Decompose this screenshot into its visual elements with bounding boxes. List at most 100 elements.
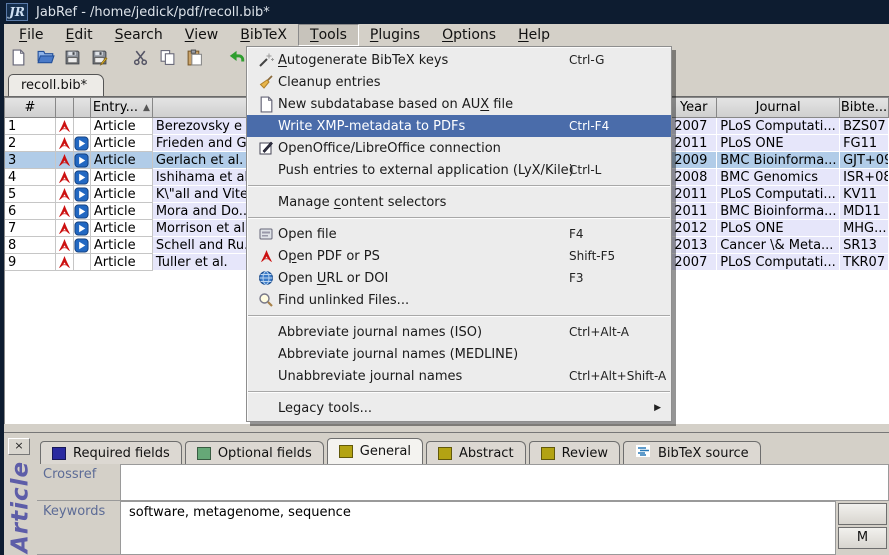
tab-required-fields[interactable]: Required fields bbox=[40, 441, 182, 464]
tab-label: Required fields bbox=[73, 446, 170, 461]
menu-help[interactable]: Help bbox=[507, 24, 561, 46]
menu-file[interactable]: File bbox=[8, 24, 54, 46]
tab-bibtex-source[interactable]: BibTeX source bbox=[623, 441, 761, 464]
menu-item-open-url-or-doi[interactable]: Open URL or DOIF3 bbox=[247, 267, 671, 289]
menu-item-label: OpenOffice/LibreOffice connection bbox=[278, 141, 501, 156]
tab-optional-fields[interactable]: Optional fields bbox=[185, 441, 324, 464]
menu-item-manage-content-selectors[interactable]: Manage content selectors bbox=[247, 191, 671, 213]
cell: PLoS Computati... bbox=[717, 254, 840, 271]
tab-color-swatch bbox=[438, 447, 452, 460]
column-header-journal[interactable]: Journal bbox=[717, 97, 840, 118]
menu-options[interactable]: Options bbox=[431, 24, 507, 46]
save-button[interactable] bbox=[59, 47, 86, 71]
menu-item-shortcut: Ctrl-G bbox=[569, 53, 604, 67]
column-header-bibte[interactable]: Bibte... bbox=[840, 97, 889, 118]
menu-item-abbreviate-journal-names-iso[interactable]: Abbreviate journal names (ISO) Ctrl+Alt-A bbox=[247, 321, 671, 343]
cut-button[interactable] bbox=[127, 47, 154, 71]
entry-editor: × Article Required fieldsOptional fields… bbox=[4, 432, 889, 555]
tab-review[interactable]: Review bbox=[529, 441, 620, 464]
paste-button[interactable] bbox=[181, 47, 208, 71]
menu-item-push-entries-to-external-application-lyx-kile[interactable]: Push entries to external application (Ly… bbox=[247, 159, 671, 181]
entry-editor-tabs: Required fields Optional fieldsGeneral Abs… bbox=[40, 438, 761, 464]
menu-separator bbox=[248, 315, 670, 317]
crossref-field-input[interactable] bbox=[121, 464, 889, 501]
menu-item-find-unlinked-files[interactable]: Find unlinked Files... bbox=[247, 289, 671, 311]
column-header-year[interactable]: Year bbox=[671, 97, 717, 118]
menu-item-label: Open URL or DOI bbox=[278, 271, 388, 286]
menu-item-cleanup-entries[interactable]: Cleanup entries bbox=[247, 71, 671, 93]
menu-search[interactable]: Search bbox=[104, 24, 174, 46]
menu-item-abbreviate-journal-names-medline[interactable]: Abbreviate journal names (MEDLINE) bbox=[247, 343, 671, 365]
field-action-button[interactable] bbox=[838, 503, 887, 525]
database-tab[interactable]: recoll.bib* bbox=[8, 74, 104, 96]
menu-item-shortcut: Ctrl+Alt-A bbox=[569, 325, 629, 339]
cell: Article bbox=[91, 152, 153, 169]
open-database-icon bbox=[37, 48, 55, 70]
tab-label: Review bbox=[562, 446, 608, 461]
menu-separator bbox=[248, 217, 670, 219]
cell: Article bbox=[91, 186, 153, 203]
menu-item-label: Abbreviate journal names (ISO) bbox=[278, 325, 482, 340]
url-file-icon bbox=[74, 186, 91, 203]
pdf-file-icon bbox=[56, 118, 74, 135]
menu-item-label: Open file bbox=[278, 227, 337, 242]
cell: 2013 bbox=[671, 237, 717, 254]
column-header-icon-2[interactable] bbox=[74, 97, 91, 118]
open-database-button[interactable] bbox=[32, 47, 59, 71]
jabref-window: JR JabRef - /home/jedick/pdf/recoll.bib*… bbox=[0, 0, 889, 555]
menu-bar: FileEditSearchViewBibTeXToolsPluginsOpti… bbox=[0, 24, 889, 46]
menu-item-open-file[interactable]: Open fileF4 bbox=[247, 223, 671, 245]
pdf-icon bbox=[254, 247, 278, 265]
menu-tools[interactable]: Tools bbox=[298, 24, 359, 46]
app-icon: JR bbox=[6, 3, 28, 21]
save-icon bbox=[64, 49, 81, 70]
no-icon bbox=[254, 323, 278, 341]
cell: BMC Bioinforma... bbox=[717, 152, 840, 169]
tab-label: Abstract bbox=[459, 446, 514, 461]
open-file-icon bbox=[254, 225, 278, 243]
keywords-field-label: Keywords bbox=[37, 501, 121, 555]
menu-item-open-pdf-or-ps[interactable]: Open PDF or PSShift-F5 bbox=[247, 245, 671, 267]
cell: Article bbox=[91, 254, 153, 271]
menu-bibtex[interactable]: BibTeX bbox=[229, 24, 298, 46]
column-header-icon-1[interactable] bbox=[56, 97, 74, 118]
tab-general[interactable]: General bbox=[327, 438, 423, 464]
menu-item-write-xmp-metadata-to-pdfs[interactable]: Write XMP-metadata to PDFsCtrl-F4 bbox=[247, 115, 671, 137]
keywords-field-input[interactable]: software, metagenome, sequence bbox=[121, 501, 836, 555]
cell: 2009 bbox=[671, 152, 717, 169]
new-file-button[interactable] bbox=[5, 47, 32, 71]
submenu-arrow-icon: ▶ bbox=[654, 403, 661, 413]
menu-item-autogenerate-bibtex-keys[interactable]: Autogenerate BibTeX keysCtrl-G bbox=[247, 49, 671, 71]
menu-separator bbox=[248, 185, 670, 187]
pdf-file-icon bbox=[56, 237, 74, 254]
menu-edit[interactable]: Edit bbox=[54, 24, 103, 46]
cell: 8 bbox=[5, 237, 56, 254]
pdf-file-icon bbox=[56, 254, 74, 271]
cell: 2007 bbox=[671, 254, 717, 271]
tab-abstract[interactable]: Abstract bbox=[426, 441, 526, 464]
manage-keywords-button[interactable]: M bbox=[838, 527, 887, 549]
empty-icon-cell bbox=[74, 118, 91, 135]
save-as-button[interactable] bbox=[86, 47, 113, 71]
menu-item-shortcut: Ctrl-F4 bbox=[569, 119, 609, 133]
menu-item-unabbreviate-journal-names[interactable]: Unabbreviate journal namesCtrl+Alt+Shift… bbox=[247, 365, 671, 387]
column-header-entry[interactable]: Entry...▲ bbox=[91, 97, 153, 118]
menu-item-legacy-tools[interactable]: Legacy tools...▶ bbox=[247, 397, 671, 419]
menu-plugins[interactable]: Plugins bbox=[359, 24, 431, 46]
close-entry-editor-button[interactable]: × bbox=[8, 438, 30, 455]
menu-item-openoffice-libreoffice-connection[interactable]: OpenOffice/LibreOffice connection bbox=[247, 137, 671, 159]
tools-menu-popup: Autogenerate BibTeX keysCtrl-GCleanup en… bbox=[246, 46, 672, 422]
menu-item-new-subdatabase-based-on-aux-file[interactable]: New subdatabase based on AUX file bbox=[247, 93, 671, 115]
cell: 2 bbox=[5, 135, 56, 152]
cell: SR13 bbox=[840, 237, 889, 254]
cell: BZS07 bbox=[840, 118, 889, 135]
menu-item-label: Manage content selectors bbox=[278, 195, 446, 210]
column-header-[interactable]: # bbox=[5, 97, 56, 118]
menu-item-label: New subdatabase based on AUX file bbox=[278, 97, 513, 112]
field-button-stack: M bbox=[836, 501, 889, 555]
undo-button[interactable] bbox=[222, 47, 249, 71]
no-icon bbox=[254, 117, 278, 135]
menu-view[interactable]: View bbox=[174, 24, 230, 46]
copy-button[interactable] bbox=[154, 47, 181, 71]
url-file-icon bbox=[74, 203, 91, 220]
